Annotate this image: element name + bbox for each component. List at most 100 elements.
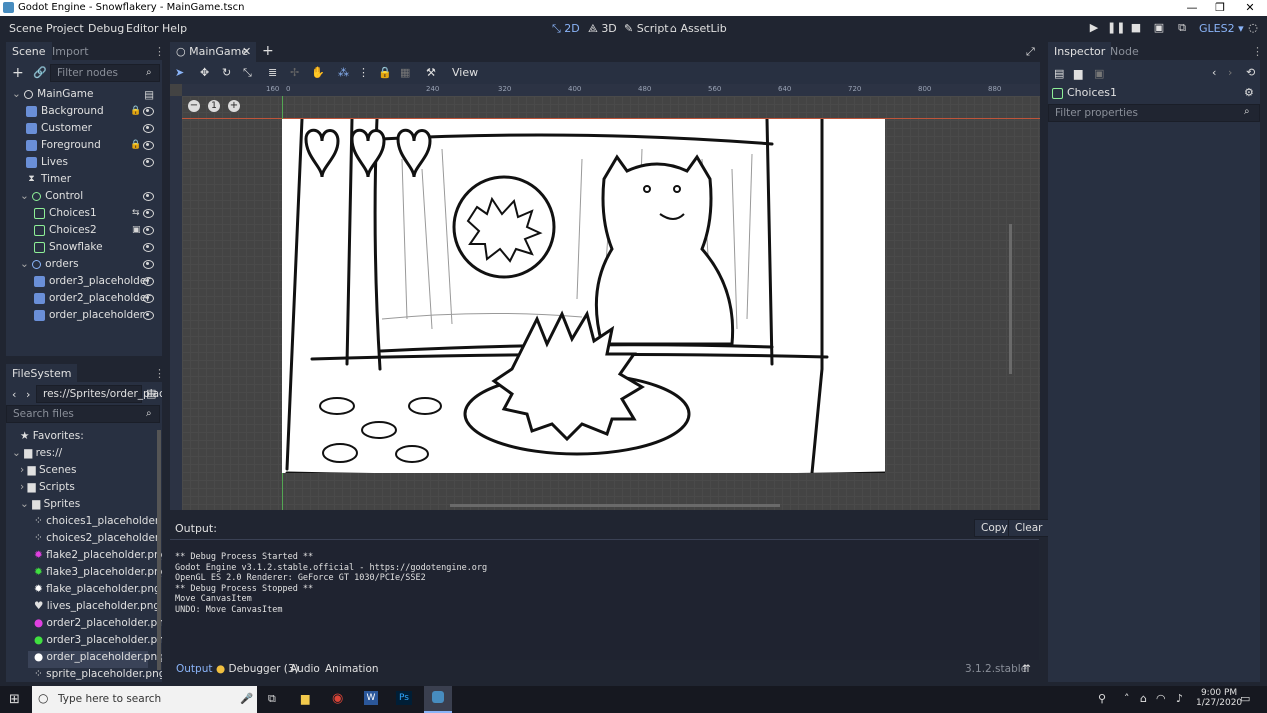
tree-node-background[interactable]: Background 🔒 [26,105,160,122]
tree-node-customer[interactable]: Customer [26,122,160,139]
fs-file-selected[interactable]: ● order_placeholder.png [28,651,162,668]
network-icon[interactable]: ⌂ [1140,692,1147,705]
pause-icon[interactable]: ❚❚ [1107,21,1125,37]
notifications-icon[interactable]: ▭ [1240,692,1250,705]
tree-node-order2[interactable]: order2_placeholder [34,292,160,309]
microphone-icon[interactable]: 🎤 [240,692,253,705]
godot-taskbar-icon[interactable] [424,686,452,713]
history-icon[interactable]: ⟲ [1246,66,1255,79]
view-menu[interactable]: View [452,66,478,79]
tree-node-order3[interactable]: order3_placeholder [34,275,160,292]
menu-help[interactable]: Help [162,22,187,35]
play-custom-icon[interactable]: ⧉ [1174,21,1190,37]
clock[interactable]: 9:00 PM 1/27/2020 [1196,688,1242,708]
filter-properties-input[interactable]: Filter properties [1048,104,1260,122]
zoom-reset-button[interactable]: 1 [208,100,220,112]
close-tab-icon[interactable]: ✕ [242,45,251,58]
visibility-eye-icon[interactable] [143,124,154,133]
menu-scene[interactable]: Scene [9,22,43,35]
fs-folder-sprites[interactable]: ⌄ ▆ Sprites [20,498,80,515]
add-node-icon[interactable]: + [12,65,24,81]
fs-file[interactable]: ✹ flake3_placeholder.png [34,566,162,583]
lock-icon[interactable]: 🔒 [130,141,141,150]
tree-node-order[interactable]: order_placeholder [34,309,160,326]
minimize-button[interactable]: — [1177,0,1207,16]
tree-node-lives[interactable]: Lives [26,156,160,173]
select-tool-icon[interactable]: ➤ [175,66,184,79]
signal-icon[interactable]: ⇆ [132,209,140,218]
menu-editor[interactable]: Editor [126,22,159,35]
move-tool-icon[interactable]: ✥ [200,66,209,79]
tree-node-control[interactable]: ⌄ Control [20,190,160,207]
history-forward-icon[interactable]: › [1228,66,1232,79]
new-resource-icon[interactable]: ▤ [1054,67,1064,80]
pivot-tool-icon[interactable]: ✢ [290,66,299,79]
photoshop-icon[interactable]: Ps [396,691,412,705]
fs-favorites[interactable]: ★ Favorites: [20,430,84,447]
taskbar-search-input[interactable]: ○ Type here to search 🎤 [32,686,257,713]
tab-maingame[interactable]: ○ MainGame ✕ [170,42,256,62]
canvas-viewport[interactable]: 0 160 240 320 400 480 560 640 720 800 88… [170,84,1040,510]
dock-menu-icon[interactable]: ⋮ [154,367,162,380]
tree-node-foreground[interactable]: Foreground 🔒 [26,139,160,156]
chrome-icon[interactable]: ◉ [332,691,343,706]
tab-output[interactable]: Output [176,663,212,675]
file-explorer-icon[interactable]: ▆ [301,692,309,705]
bone-icon[interactable]: ⚒ [426,66,436,79]
visibility-eye-icon[interactable] [143,294,154,303]
zoom-in-icon[interactable]: + [228,100,240,112]
stop-icon[interactable]: ■ [1128,21,1144,37]
workspace-2d-button[interactable]: ⤡ 2D [552,22,580,36]
clear-button[interactable]: Clear [1008,519,1050,537]
list-select-icon[interactable]: ≣ [268,66,277,79]
tray-chevron-icon[interactable]: ˄ [1124,692,1130,705]
group-icon[interactable]: ▣ [132,226,141,235]
object-tools-icon[interactable]: ⚙ [1244,86,1254,99]
visibility-eye-icon[interactable] [143,192,154,201]
volume-icon[interactable]: ♪ [1176,692,1183,705]
h-scrollbar[interactable] [450,504,780,507]
dock-menu-icon[interactable]: ⋮ [1252,45,1263,58]
snap-options-icon[interactable]: ⋮ [358,66,369,79]
snap-icon[interactable]: ⁂ [338,66,349,79]
visibility-eye-icon[interactable] [143,226,154,235]
save-icon[interactable]: ▣ [1094,67,1104,80]
workspace-assetlib-button[interactable]: ⌂ AssetLib [670,22,727,35]
play-icon[interactable]: ▶ [1086,21,1102,37]
expand-panel-icon[interactable]: ⇈ [1022,663,1031,675]
tree-node-snowflake[interactable]: Snowflake [34,241,160,258]
fs-file[interactable]: ⁘ sprite_placeholder.png [34,668,162,682]
link-icon[interactable]: 🔗 [33,66,47,79]
tree-node-orders[interactable]: ⌄ orders [20,258,160,275]
v-scrollbar[interactable] [1009,224,1012,374]
path-field[interactable]: res://Sprites/order_plac [36,385,162,403]
lock-icon[interactable]: 🔒 [378,66,392,79]
menu-project[interactable]: Project [46,22,84,35]
fs-folder-scenes[interactable]: › ▆ Scenes [20,464,76,481]
fs-res-root[interactable]: ⌄ ▆ res:// [12,447,62,464]
lock-icon[interactable]: 🔒 [130,107,141,116]
visibility-eye-icon[interactable] [143,209,154,218]
script-icon[interactable]: ▤ [144,89,154,101]
people-icon[interactable]: ⚲ [1098,692,1106,705]
split-view-icon[interactable]: ▤ [146,387,156,400]
play-scene-icon[interactable]: ▣ [1151,21,1167,37]
distraction-free-icon[interactable]: ⤢ [1026,45,1035,59]
word-icon[interactable]: W [364,691,378,705]
search-files-input[interactable]: Search files [6,405,160,423]
visibility-eye-icon[interactable] [143,158,154,167]
tab-filesystem[interactable]: FileSystem [6,364,78,382]
fs-file[interactable]: ● order2_placeholder.png [34,617,162,634]
windows-start-icon[interactable]: ⊞ [9,692,20,707]
fs-file[interactable]: ⁘ choices1_placeholder.p [34,515,162,532]
fs-file[interactable]: ✹ flake_placeholder.png [34,583,161,600]
tab-scene[interactable]: Scene [6,42,52,60]
tab-inspector[interactable]: Inspector [1048,42,1112,60]
tab-import[interactable]: Import [46,42,95,60]
tree-node-choices2[interactable]: Choices2 ▣ [34,224,160,241]
new-tab-icon[interactable]: + [262,43,274,59]
back-arrow-icon[interactable]: ‹ [12,388,16,401]
tree-node-timer[interactable]: ⧗ Timer [26,173,160,190]
visibility-eye-icon[interactable] [143,260,154,269]
tab-debugger[interactable]: ● Debugger (3) [216,663,299,675]
